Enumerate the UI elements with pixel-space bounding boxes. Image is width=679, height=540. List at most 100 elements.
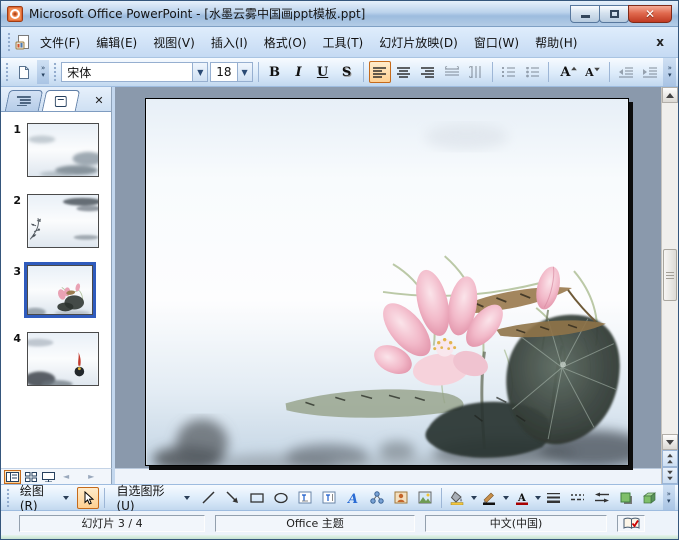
italic-button[interactable]: I [288, 61, 310, 83]
normal-view-button[interactable] [4, 469, 21, 484]
menu-format[interactable]: 格式(O) [257, 30, 314, 55]
text-box-button[interactable] [294, 487, 316, 509]
numbered-list-button[interactable] [497, 61, 519, 83]
slide-4-row[interactable]: 4 [1, 329, 111, 389]
draw-menu-button[interactable]: 绘图(R) [14, 484, 76, 513]
menu-tools[interactable]: 工具(T) [316, 30, 371, 55]
theme-indicator[interactable]: Office 主题 [215, 514, 415, 532]
font-size-combo[interactable]: 18 ▼ [210, 62, 253, 82]
arrow-tool-button[interactable] [222, 487, 244, 509]
previous-slide-button[interactable] [662, 450, 678, 467]
window-controls: ✕ [570, 4, 672, 23]
toolbar-grip[interactable] [5, 62, 9, 82]
tab-outline[interactable] [4, 90, 44, 111]
drawbar-grip[interactable] [6, 487, 10, 508]
slide-3-thumbnail[interactable] [27, 265, 93, 315]
document-close-icon[interactable]: x [646, 35, 674, 49]
line-tool-button[interactable] [198, 487, 220, 509]
thumb-scroll-left-icon[interactable]: ◄ [63, 472, 69, 481]
close-button[interactable]: ✕ [628, 4, 672, 23]
slide-number: 1 [13, 123, 21, 136]
oval-tool-button[interactable] [270, 487, 292, 509]
underline-icon: U [316, 64, 329, 80]
align-right-button[interactable] [417, 61, 439, 83]
slide-3-editing-surface[interactable] [145, 98, 629, 466]
scroll-down-button[interactable] [662, 434, 678, 450]
new-presentation-button[interactable] [13, 61, 35, 83]
font-name-dropdown-icon[interactable]: ▼ [192, 63, 208, 81]
menu-edit[interactable]: 编辑(E) [89, 30, 144, 55]
language-indicator[interactable]: 中文(中国) [425, 514, 607, 532]
thumbnail-list: 1 2 3 4 [1, 112, 111, 468]
arrow-style-button[interactable] [591, 487, 613, 509]
bullets-button[interactable] [521, 61, 543, 83]
menu-slideshow[interactable]: 幻灯片放映(D) [372, 30, 465, 55]
slide-4-thumbnail[interactable] [27, 332, 99, 386]
3d-style-button[interactable] [639, 487, 661, 509]
panel-close-icon[interactable]: ✕ [90, 90, 108, 111]
autoshapes-label: 自选图形(U) [116, 484, 165, 513]
increase-indent-button[interactable] [639, 61, 661, 83]
slide-3-row-selected[interactable]: 3 [1, 262, 111, 318]
shadow-style-button[interactable] [615, 487, 637, 509]
menu-window[interactable]: 窗口(W) [467, 30, 526, 55]
select-objects-button[interactable] [77, 486, 100, 509]
font-name-value: 宋体 [67, 65, 92, 80]
wordart-button[interactable]: A [342, 487, 364, 509]
slide-1-thumbnail[interactable] [27, 123, 99, 177]
next-slide-button[interactable] [662, 467, 678, 484]
menubar-grip[interactable] [7, 32, 11, 52]
slide-2-row[interactable]: 2 [1, 191, 111, 251]
maximize-icon [609, 9, 619, 18]
distribute-button[interactable] [441, 61, 463, 83]
bold-icon: B [269, 64, 281, 80]
bold-button[interactable]: B [264, 61, 286, 83]
menu-file[interactable]: 文件(F) [33, 30, 87, 55]
tab-slides[interactable] [41, 90, 81, 111]
dash-style-button[interactable] [567, 487, 589, 509]
line-color-dropdown-icon[interactable] [502, 495, 509, 500]
menu-insert[interactable]: 插入(I) [204, 30, 255, 55]
font-color-dropdown-icon[interactable] [534, 495, 541, 500]
toolbar-overflow-button[interactable]: » ▾ [663, 58, 676, 86]
menu-view[interactable]: 视图(V) [146, 30, 202, 55]
slide-1-row[interactable]: 1 [1, 120, 111, 180]
text-direction-button[interactable] [465, 61, 487, 83]
toolbar-grip-2[interactable] [53, 62, 58, 82]
fill-color-button[interactable] [447, 487, 469, 509]
line-color-button[interactable] [479, 487, 501, 509]
font-name-combo[interactable]: 宋体 ▼ [61, 62, 209, 82]
spellcheck-status[interactable] [617, 514, 645, 532]
toolbar-options-button[interactable]: » ▾ [36, 60, 50, 84]
font-size-dropdown-icon[interactable]: ▼ [236, 63, 252, 81]
thumb-scroll-right-icon[interactable]: ► [88, 472, 94, 481]
scroll-up-button[interactable] [662, 87, 678, 103]
insert-picture-button[interactable] [414, 487, 436, 509]
autoshapes-menu-button[interactable]: 自选图形(U) [110, 484, 195, 513]
slide-2-thumbnail[interactable] [27, 194, 99, 248]
insert-clipart-button[interactable] [390, 487, 412, 509]
underline-button[interactable]: U [312, 61, 334, 83]
diagram-button[interactable] [366, 487, 388, 509]
wordart-icon: A [346, 492, 358, 505]
decrease-indent-icon [619, 66, 634, 78]
fill-color-dropdown-icon[interactable] [470, 495, 477, 500]
increase-font-size-button[interactable]: A [554, 61, 577, 83]
decrease-indent-button[interactable] [615, 61, 637, 83]
drawbar-overflow-button[interactable]: » ▾ [662, 485, 675, 510]
rectangle-tool-button[interactable] [246, 487, 268, 509]
align-left-button[interactable] [368, 61, 391, 83]
scrollbar-track[interactable] [662, 103, 678, 434]
line-style-button[interactable] [543, 487, 565, 509]
maximize-button[interactable] [599, 4, 629, 23]
text-shadow-button[interactable]: S [336, 61, 358, 83]
scrollbar-thumb[interactable] [663, 249, 677, 301]
minimize-button[interactable] [570, 4, 600, 23]
decrease-font-size-button[interactable]: A [578, 61, 600, 83]
vertical-text-box-button[interactable] [318, 487, 340, 509]
slide-canvas[interactable] [115, 87, 661, 468]
font-color-button[interactable]: A [511, 487, 533, 509]
align-center-button[interactable] [393, 61, 415, 83]
menu-help[interactable]: 帮助(H) [528, 30, 584, 55]
horizontal-scrollbar[interactable] [115, 468, 661, 484]
